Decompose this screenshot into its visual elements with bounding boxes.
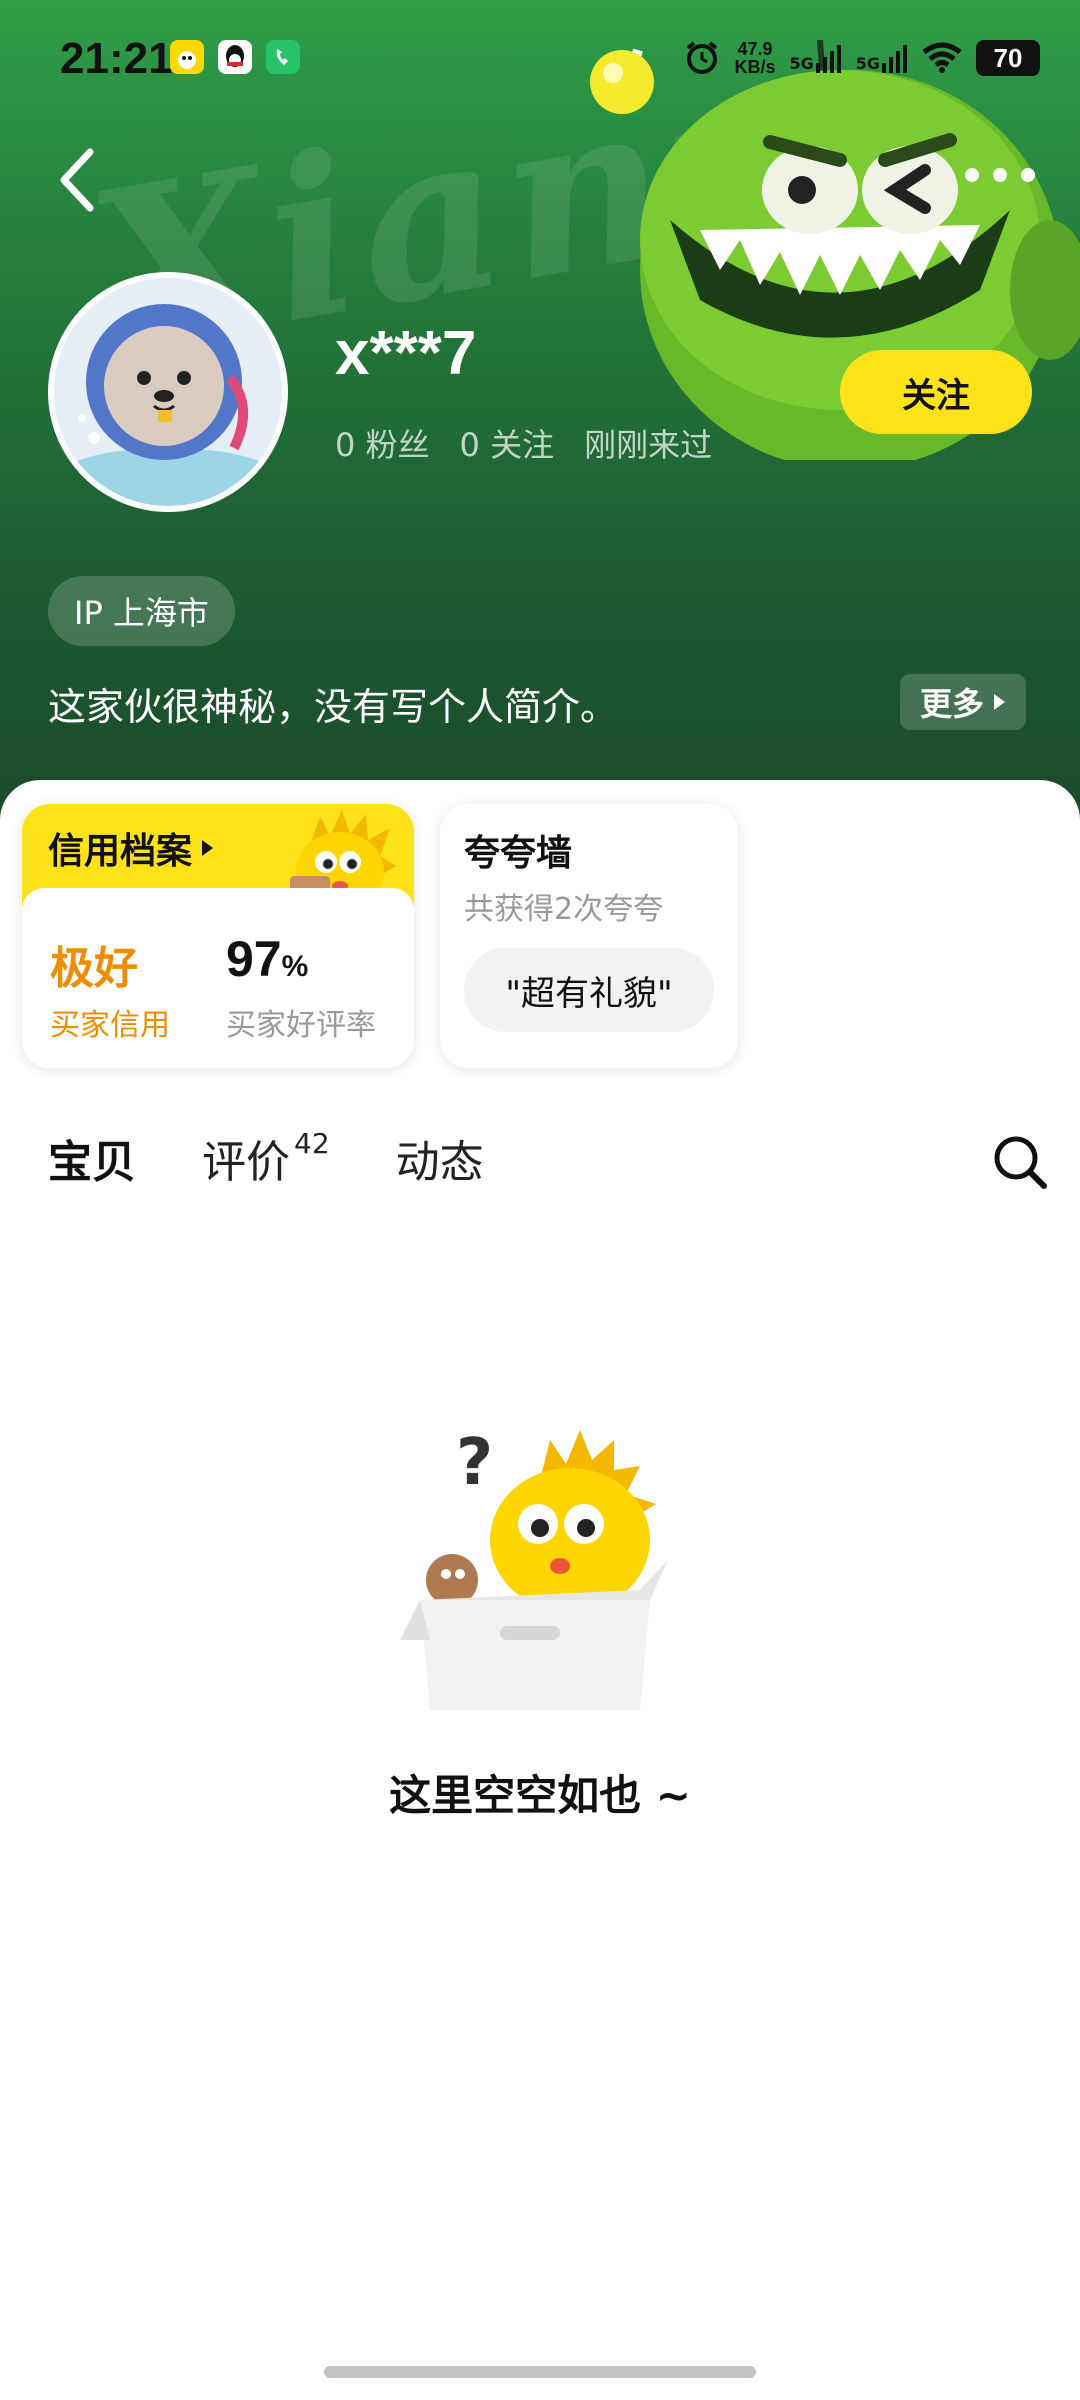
positive-rate: 97% [226, 931, 309, 987]
profile-header: Xianyu 21:21 47.9 KB/s 5G 5G 70 x***7 0 … [0, 0, 1080, 820]
battery-indicator: 70 [976, 40, 1040, 76]
avatar[interactable] [48, 272, 288, 512]
praise-wall-card[interactable]: 夸夸墙 共获得2次夸夸 "超有礼貌" [440, 804, 738, 1068]
net-speed: 47.9 KB/s [734, 39, 776, 77]
ip-location-badge: IP 上海市 [48, 576, 235, 646]
alarm-icon [687, 41, 718, 74]
bio-more-button[interactable]: 更多 [900, 674, 1026, 730]
signal-icon-1: 5G [789, 43, 841, 73]
caret-right-icon [994, 694, 1005, 710]
credit-level-label: 买家信用 [50, 1008, 170, 1043]
status-time: 21:21 [60, 34, 173, 83]
last-seen: 刚刚来过 [584, 426, 713, 464]
svg-text:?: ? [456, 1426, 493, 1500]
credit-profile-card[interactable]: 信用档案 极好 买家信用 97% 买家好评率 [22, 804, 414, 1068]
search-icon[interactable] [990, 1132, 1050, 1192]
profile-stats: 0 粉丝 0 关注 刚刚来过 [335, 420, 712, 466]
signal-icon-2: 5G [856, 43, 908, 73]
praise-tag: "超有礼貌" [464, 948, 714, 1032]
credit-level: 极好 [50, 943, 138, 994]
status-right-group: 47.9 KB/s 5G 5G 70 [684, 38, 1040, 78]
profile-bio: 这家伙很神秘，没有写个人简介。 [48, 685, 619, 729]
xianyu-app-icon [170, 40, 204, 74]
empty-state-message: 这里空空如也 ~ [389, 1771, 691, 1820]
qq-app-icon [218, 40, 252, 74]
empty-box-mascot-illustration: ? [400, 1426, 668, 1710]
phone-app-icon [266, 40, 300, 74]
home-indicator[interactable] [324, 2366, 756, 2378]
caret-right-icon [202, 840, 214, 856]
wifi-icon [922, 42, 962, 73]
positive-rate-label: 买家好评率 [226, 1008, 376, 1043]
profile-tabs: 宝贝 评价 42 动态 [46, 1126, 484, 1206]
tab-reviews[interactable]: 评价 42 [202, 1126, 330, 1190]
praise-wall-count: 共获得2次夸夸 [464, 892, 664, 927]
reviews-count-badge: 42 [294, 1127, 330, 1161]
tab-items[interactable]: 宝贝 [46, 1126, 140, 1190]
status-bar: 21:21 47.9 KB/s 5G 5G 70 [0, 0, 1080, 120]
seal-avatar-image [54, 278, 282, 506]
more-options-icon[interactable] [960, 160, 1040, 190]
fans-count[interactable]: 0 粉丝 [335, 420, 430, 466]
praise-wall-title: 夸夸墙 [464, 833, 573, 874]
username: x***7 [335, 319, 477, 388]
bio-more-label: 更多 [919, 685, 984, 723]
follow-button[interactable]: 关注 [840, 350, 1032, 434]
tab-activity[interactable]: 动态 [396, 1126, 484, 1190]
credit-title: 信用档案 [48, 822, 214, 874]
following-count[interactable]: 0 关注 [460, 420, 555, 466]
back-arrow-icon[interactable] [50, 140, 110, 220]
